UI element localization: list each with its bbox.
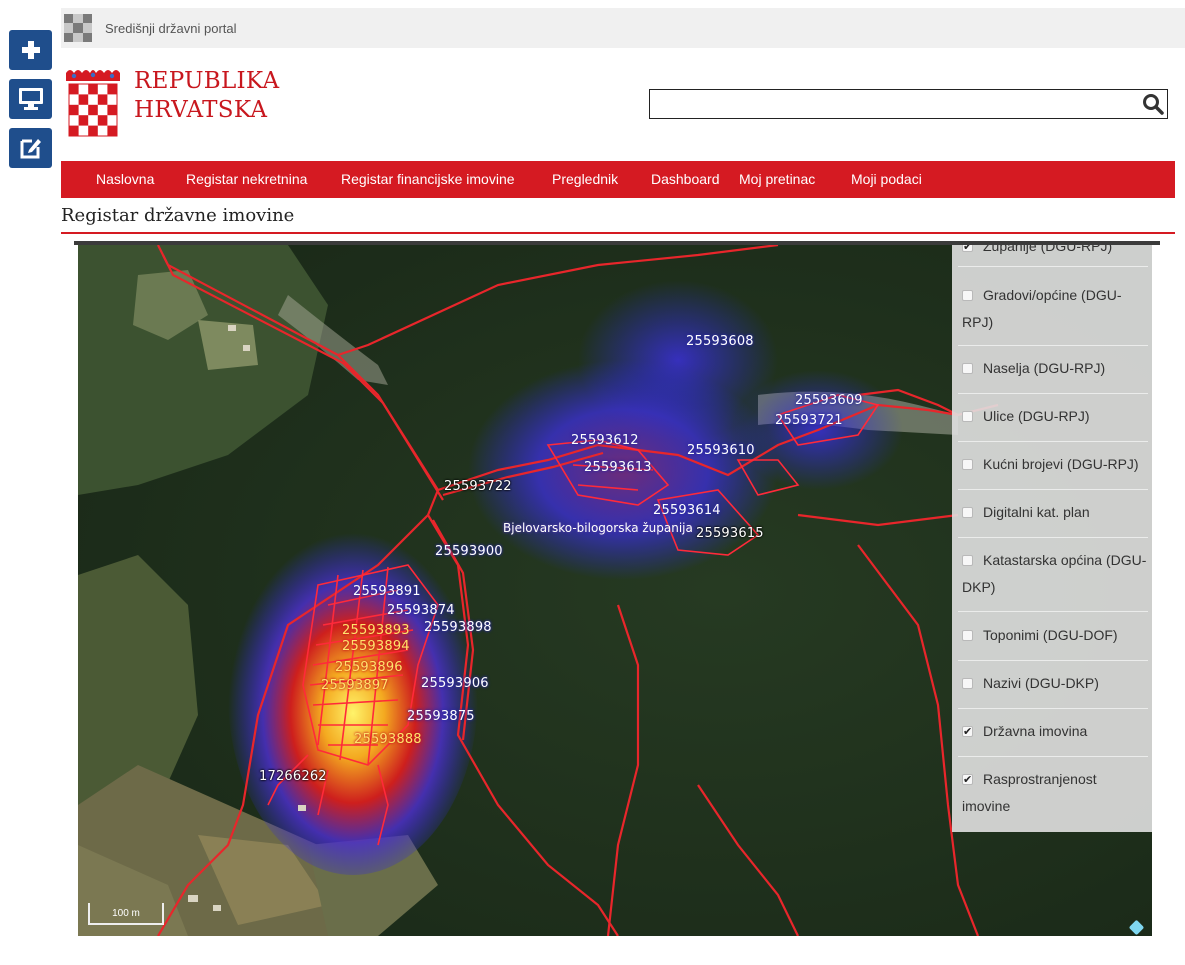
divider: [958, 489, 1148, 490]
divider: [958, 441, 1148, 442]
layer-item[interactable]: Toponimi (DGU-DOF): [962, 622, 1148, 649]
layer-item[interactable]: Digitalni kat. plan: [962, 499, 1148, 526]
layer-checkbox[interactable]: [962, 766, 973, 793]
layer-label: Nazivi (DGU-DKP): [983, 675, 1099, 691]
layer-label: Ulice (DGU-RPJ): [983, 408, 1090, 424]
layer-checkbox[interactable]: [962, 678, 973, 689]
layer-item[interactable]: Ulice (DGU-RPJ): [962, 403, 1148, 430]
layer-item[interactable]: Naselja (DGU-RPJ): [962, 355, 1148, 382]
layer-item[interactable]: Kućni brojevi (DGU-RPJ): [962, 451, 1148, 478]
divider: [958, 537, 1148, 538]
parcel-label[interactable]: 25593612: [571, 433, 639, 448]
scale-bar: 100 m: [88, 903, 164, 925]
add-button[interactable]: [9, 30, 52, 70]
divider: [958, 611, 1148, 612]
parcel-label[interactable]: 25593900: [435, 544, 503, 559]
county-label: Bjelovarsko-bilogorska županija: [503, 521, 693, 535]
divider: [958, 393, 1148, 394]
brand-name: REPUBLIKA HRVATSKA: [134, 67, 279, 125]
parcel-label[interactable]: 25593888: [354, 732, 422, 747]
parcel-label[interactable]: 25593896: [335, 660, 403, 675]
parcel-label[interactable]: 25593721: [775, 413, 843, 428]
portal-link[interactable]: Središnji državni portal: [105, 21, 237, 36]
layer-label: Toponimi (DGU-DOF): [983, 627, 1118, 643]
layer-label: Državna imovina: [983, 723, 1088, 739]
parcel-label[interactable]: 25593906: [421, 676, 489, 691]
search-box: [649, 89, 1168, 119]
side-toolbar: [9, 30, 52, 177]
layer-checkbox[interactable]: [962, 459, 973, 470]
layer-label: Gradovi/općine (DGU-RPJ): [962, 287, 1122, 330]
nav-item-moj-pretinac[interactable]: Moj pretinac: [739, 161, 815, 198]
layer-label: Rasprostranjenost imovine: [962, 771, 1097, 814]
nav-item-dashboard[interactable]: Dashboard: [651, 161, 720, 198]
portal-logo[interactable]: [64, 14, 92, 42]
nav-item-moji-podaci[interactable]: Moji podaci: [851, 161, 922, 198]
nav-item-registar-financijske-imovine[interactable]: Registar financijske imovine: [341, 161, 515, 198]
layer-item[interactable]: Katastarska općina (DGU-DKP): [962, 547, 1148, 601]
divider: [958, 756, 1148, 757]
parcel-label[interactable]: 25593614: [653, 503, 721, 518]
layer-checkbox[interactable]: [962, 245, 973, 260]
monitor-icon: [18, 88, 43, 110]
parcel-label[interactable]: 25593610: [687, 443, 755, 458]
search-icon[interactable]: [1142, 93, 1164, 115]
coat-of-arms-icon: [66, 70, 120, 137]
layer-checkbox[interactable]: [962, 630, 973, 641]
layer-checkbox[interactable]: [962, 290, 973, 301]
parcel-label[interactable]: 25593722: [444, 479, 512, 494]
search-input[interactable]: [654, 90, 1134, 118]
layer-checkbox[interactable]: [962, 718, 973, 745]
layer-item[interactable]: Rasprostranjenost imovine: [962, 766, 1148, 820]
divider: [958, 708, 1148, 709]
plus-icon: [21, 41, 40, 59]
main-nav: Naslovna Registar nekretnina Registar fi…: [61, 161, 1175, 198]
brand-line-1: REPUBLIKA: [134, 68, 280, 94]
brand[interactable]: REPUBLIKA HRVATSKA: [62, 67, 279, 139]
brand-line-2: HRVATSKA: [134, 97, 268, 123]
parcel-label[interactable]: 25593894: [342, 639, 410, 654]
display-button[interactable]: [9, 79, 52, 119]
nav-item-preglednik[interactable]: Preglednik: [552, 161, 618, 198]
layer-label: Digitalni kat. plan: [983, 504, 1090, 520]
parcel-label[interactable]: 25593891: [353, 584, 421, 599]
parcel-label[interactable]: 25593613: [584, 460, 652, 475]
layer-label: Županije (DGU-RPJ): [983, 245, 1113, 254]
map-viewer[interactable]: 25593608 25593609 25593721 25593612 2559…: [78, 245, 1152, 936]
parcel-label[interactable]: 17266262: [259, 769, 327, 784]
edit-icon: [20, 139, 41, 159]
layer-item[interactable]: Gradovi/općine (DGU-RPJ): [962, 282, 1148, 336]
layer-label: Naselja (DGU-RPJ): [983, 360, 1106, 376]
divider: [958, 660, 1148, 661]
layer-item[interactable]: Nazivi (DGU-DKP): [962, 670, 1148, 697]
layer-item[interactable]: Državna imovina: [962, 718, 1148, 745]
layer-checkbox[interactable]: [962, 555, 973, 566]
layer-checkbox[interactable]: [962, 411, 973, 422]
parcel-label[interactable]: 25593609: [795, 393, 863, 408]
parcel-label[interactable]: 25593897: [321, 678, 389, 693]
layer-panel: Županije (DGU-RPJ) Gradovi/općine (DGU-R…: [952, 245, 1152, 832]
layer-label: Kućni brojevi (DGU-RPJ): [983, 456, 1139, 472]
parcel-label[interactable]: 25593898: [424, 620, 492, 635]
edit-button[interactable]: [9, 128, 52, 168]
portal-bar: Središnji državni portal: [61, 8, 1185, 48]
layer-checkbox[interactable]: [962, 363, 973, 374]
divider: [958, 345, 1148, 346]
title-divider: [61, 232, 1175, 234]
parcel-label[interactable]: 25593608: [686, 334, 754, 349]
layer-label: Katastarska općina (DGU-DKP): [962, 552, 1147, 595]
page-title: Registar državne imovine: [61, 205, 295, 226]
layer-checkbox[interactable]: [962, 507, 973, 518]
nav-item-registar-nekretnina[interactable]: Registar nekretnina: [186, 161, 307, 198]
nav-item-naslovna[interactable]: Naslovna: [96, 161, 154, 198]
parcel-label[interactable]: 25593875: [407, 709, 475, 724]
parcel-label[interactable]: 25593874: [387, 603, 455, 618]
parcel-label[interactable]: 25593615: [696, 526, 764, 541]
layer-item[interactable]: Županije (DGU-RPJ): [962, 245, 1148, 260]
parcel-label[interactable]: 25593893: [342, 623, 410, 638]
divider: [958, 266, 1148, 267]
